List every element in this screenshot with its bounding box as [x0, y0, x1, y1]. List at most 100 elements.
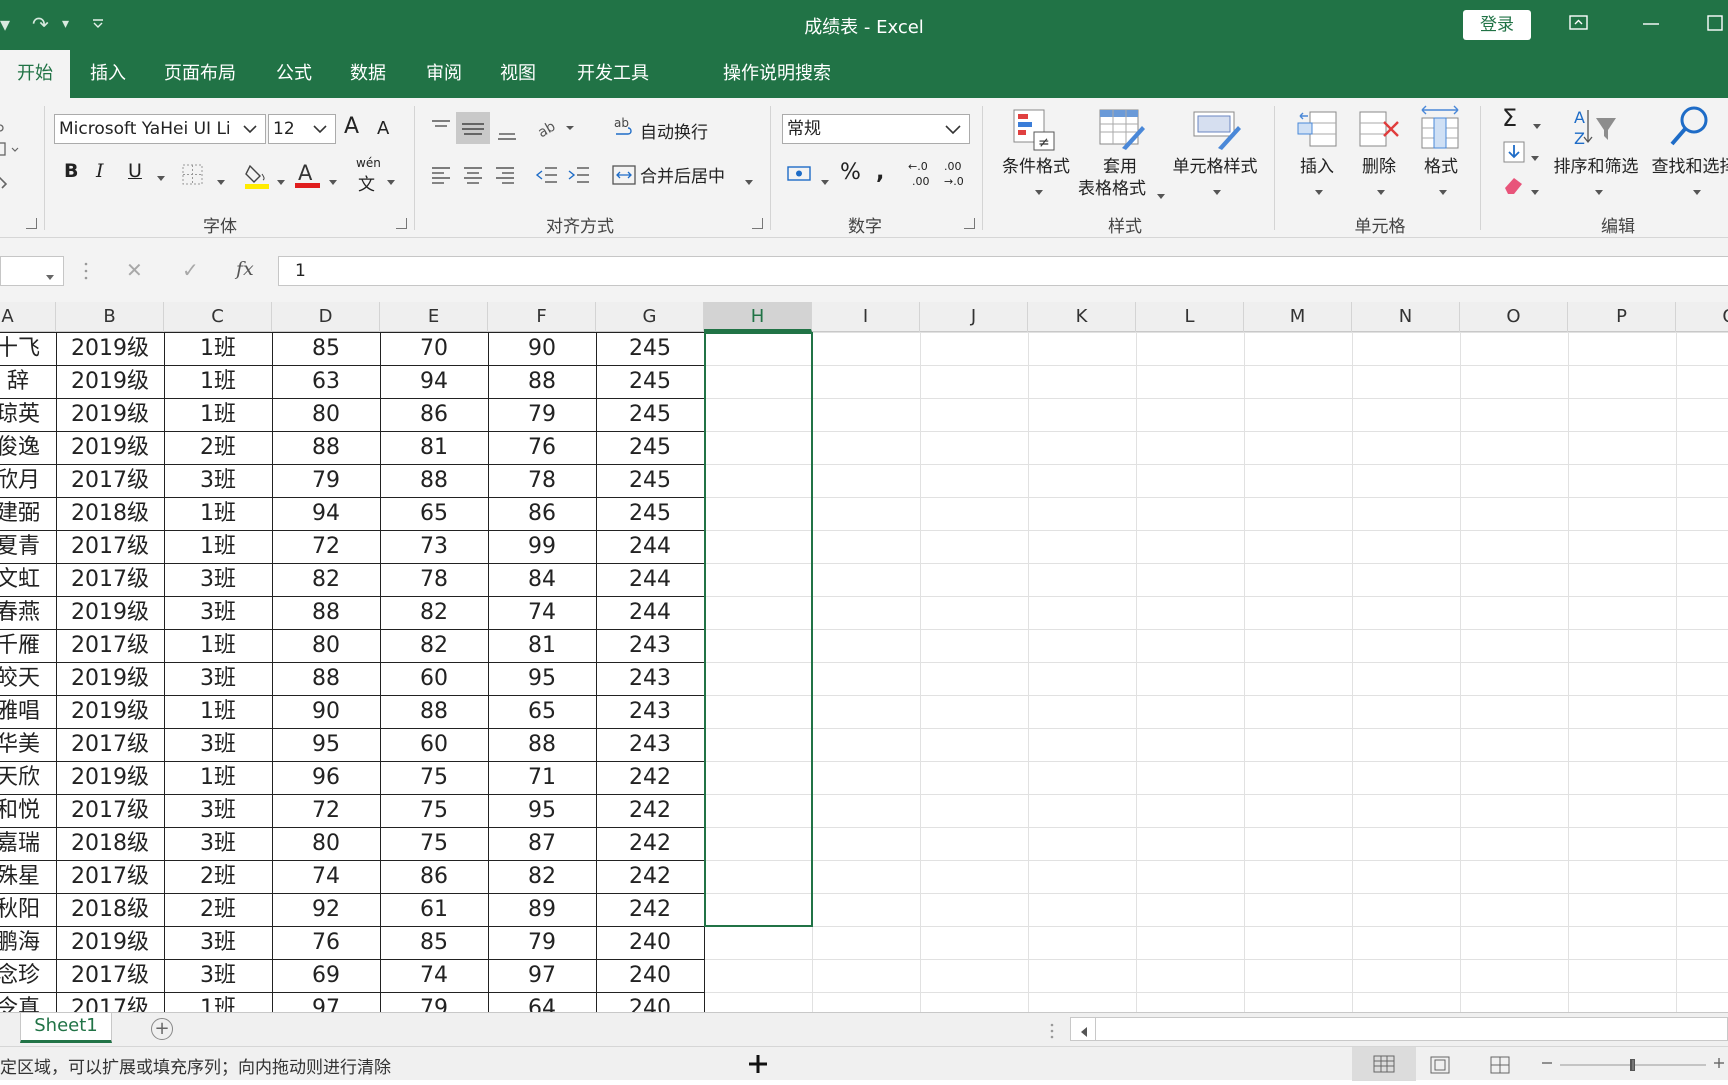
cell-f13[interactable]: 88: [488, 728, 596, 761]
cell-styles-button[interactable]: 单元格样式: [1166, 156, 1264, 178]
bottom-align-icon[interactable]: [496, 122, 518, 146]
cut-icon[interactable]: [0, 116, 12, 138]
cell-e3[interactable]: 86: [380, 398, 488, 431]
zoom-slider[interactable]: [1558, 1057, 1708, 1076]
cell-f5[interactable]: 78: [488, 464, 596, 497]
clipboard-launcher-icon[interactable]: [26, 218, 37, 229]
cell-e15[interactable]: 75: [380, 794, 488, 827]
horizontal-scrollbar[interactable]: [1070, 1017, 1728, 1041]
cell-c11[interactable]: 3班: [164, 662, 272, 695]
clear-dropdown-icon[interactable]: [1530, 182, 1540, 201]
underline-button[interactable]: U: [128, 160, 142, 182]
cell-d6[interactable]: 94: [272, 497, 380, 530]
cell-d3[interactable]: 80: [272, 398, 380, 431]
scroll-left-icon[interactable]: [1079, 1023, 1089, 1042]
column-header-p[interactable]: P: [1568, 302, 1676, 332]
column-header-m[interactable]: M: [1244, 302, 1352, 332]
tab-developer[interactable]: 开发工具: [570, 50, 656, 98]
column-header-e[interactable]: E: [380, 302, 488, 332]
cell-g10[interactable]: 243: [596, 629, 704, 662]
cell-f9[interactable]: 74: [488, 596, 596, 629]
autosum-dropdown-icon[interactable]: [1532, 116, 1542, 135]
cell-g12[interactable]: 243: [596, 695, 704, 728]
cell-b18[interactable]: 2018级: [56, 893, 164, 926]
cell-d5[interactable]: 79: [272, 464, 380, 497]
cell-a18[interactable]: 秋阳: [0, 893, 56, 926]
cell-f21[interactable]: 64: [488, 992, 596, 1012]
cell-b2[interactable]: 2019级: [56, 365, 164, 398]
wrap-text-icon[interactable]: ab: [614, 116, 636, 144]
fill-down-icon[interactable]: [1502, 140, 1526, 168]
cell-c12[interactable]: 1班: [164, 695, 272, 728]
column-header-b[interactable]: B: [56, 302, 164, 332]
cell-a17[interactable]: 殊星: [0, 860, 56, 893]
cell-d15[interactable]: 72: [272, 794, 380, 827]
cell-e11[interactable]: 60: [380, 662, 488, 695]
cell-d7[interactable]: 72: [272, 530, 380, 563]
cell-f16[interactable]: 87: [488, 827, 596, 860]
cell-f17[interactable]: 82: [488, 860, 596, 893]
cell-e7[interactable]: 73: [380, 530, 488, 563]
wrap-text-button[interactable]: 自动换行: [640, 118, 708, 143]
cell-b5[interactable]: 2017级: [56, 464, 164, 497]
cell-e16[interactable]: 75: [380, 827, 488, 860]
add-sheet-button[interactable]: +: [151, 1018, 173, 1040]
cell-d21[interactable]: 97: [272, 992, 380, 1012]
login-button[interactable]: 登录: [1463, 10, 1531, 40]
cell-a6[interactable]: 建弼: [0, 497, 56, 530]
column-header-k[interactable]: K: [1028, 302, 1136, 332]
cell-b8[interactable]: 2017级: [56, 563, 164, 596]
cell-e6[interactable]: 65: [380, 497, 488, 530]
cell-b15[interactable]: 2017级: [56, 794, 164, 827]
cell-f12[interactable]: 65: [488, 695, 596, 728]
grow-font-button[interactable]: A: [344, 114, 359, 139]
cell-c4[interactable]: 2班: [164, 431, 272, 464]
fill-dropdown-icon[interactable]: [1530, 148, 1540, 167]
cell-e1[interactable]: 70: [380, 332, 488, 365]
cell-b3[interactable]: 2019级: [56, 398, 164, 431]
normal-view-button[interactable]: [1352, 1047, 1416, 1081]
font-color-dropdown-icon[interactable]: [328, 172, 338, 191]
cell-f6[interactable]: 86: [488, 497, 596, 530]
cell-e17[interactable]: 86: [380, 860, 488, 893]
cell-g11[interactable]: 243: [596, 662, 704, 695]
cell-b1[interactable]: 2019级: [56, 332, 164, 365]
italic-button[interactable]: I: [96, 160, 104, 182]
delete-cells-button[interactable]: 删除: [1354, 156, 1404, 178]
percent-style-button[interactable]: %: [840, 160, 861, 185]
cell-c15[interactable]: 3班: [164, 794, 272, 827]
cell-g6[interactable]: 245: [596, 497, 704, 530]
column-header-i[interactable]: I: [812, 302, 920, 332]
cell-c16[interactable]: 3班: [164, 827, 272, 860]
increase-decimal-top[interactable]: ←.0: [908, 160, 928, 173]
cell-e20[interactable]: 74: [380, 959, 488, 992]
cell-g19[interactable]: 240: [596, 926, 704, 959]
decrease-decimal-top[interactable]: .00: [944, 160, 962, 173]
column-header-c[interactable]: C: [164, 302, 272, 332]
cell-f3[interactable]: 79: [488, 398, 596, 431]
fill-color-dropdown-icon[interactable]: [276, 172, 286, 191]
borders-dropdown-icon[interactable]: [216, 172, 226, 191]
cell-d12[interactable]: 90: [272, 695, 380, 728]
cell-a12[interactable]: 雅唱: [0, 695, 56, 728]
phonetic-dropdown-icon[interactable]: [386, 172, 396, 191]
formula-input[interactable]: 1: [278, 256, 1728, 286]
cell-b4[interactable]: 2019级: [56, 431, 164, 464]
zoom-out-icon[interactable]: [1540, 1053, 1554, 1077]
cell-d18[interactable]: 92: [272, 893, 380, 926]
autosum-button[interactable]: Σ: [1502, 104, 1517, 132]
cell-e21[interactable]: 79: [380, 992, 488, 1012]
cell-b19[interactable]: 2019级: [56, 926, 164, 959]
cell-f2[interactable]: 88: [488, 365, 596, 398]
cell-d4[interactable]: 88: [272, 431, 380, 464]
cell-b13[interactable]: 2017级: [56, 728, 164, 761]
cell-g15[interactable]: 242: [596, 794, 704, 827]
cell-b20[interactable]: 2017级: [56, 959, 164, 992]
tell-me-search[interactable]: 操作说明搜索: [722, 50, 832, 98]
accounting-dropdown-icon[interactable]: [820, 172, 830, 191]
zoom-in-icon[interactable]: [1712, 1053, 1726, 1077]
cell-b12[interactable]: 2019级: [56, 695, 164, 728]
sheet-tab-sheet1[interactable]: Sheet1: [20, 1013, 112, 1043]
cell-a13[interactable]: 华美: [0, 728, 56, 761]
cell-b17[interactable]: 2017级: [56, 860, 164, 893]
